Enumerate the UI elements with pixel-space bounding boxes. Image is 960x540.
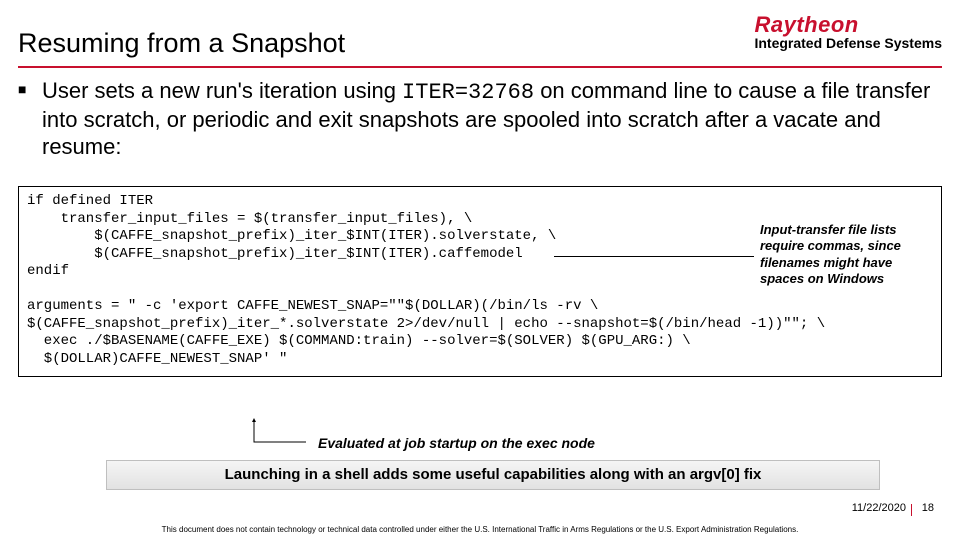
footer-page-number: 18 — [922, 502, 934, 514]
annotation-connector — [554, 256, 754, 257]
bullet-code: ITER=32768 — [402, 80, 534, 105]
slide-title: Resuming from a Snapshot — [18, 28, 345, 58]
bullet-item: User sets a new run's iteration using IT… — [18, 78, 942, 160]
footer-separator — [911, 504, 912, 516]
bullet-text-pre: User sets a new run's iteration using — [42, 78, 402, 103]
slide-body: User sets a new run's iteration using IT… — [18, 78, 942, 160]
summary-banner: Launching in a shell adds some useful ca… — [106, 460, 880, 490]
footer-disclaimer: This document does not contain technolog… — [0, 525, 960, 534]
annotation-note: Input-transfer file lists require commas… — [760, 222, 930, 287]
eval-annotation: Evaluated at job startup on the exec nod… — [318, 436, 595, 450]
footer-date: 11/22/2020 — [852, 502, 906, 514]
arrow-icon — [250, 418, 310, 446]
header-rule — [18, 66, 942, 68]
slide-header: Resuming from a Snapshot — [18, 28, 942, 66]
